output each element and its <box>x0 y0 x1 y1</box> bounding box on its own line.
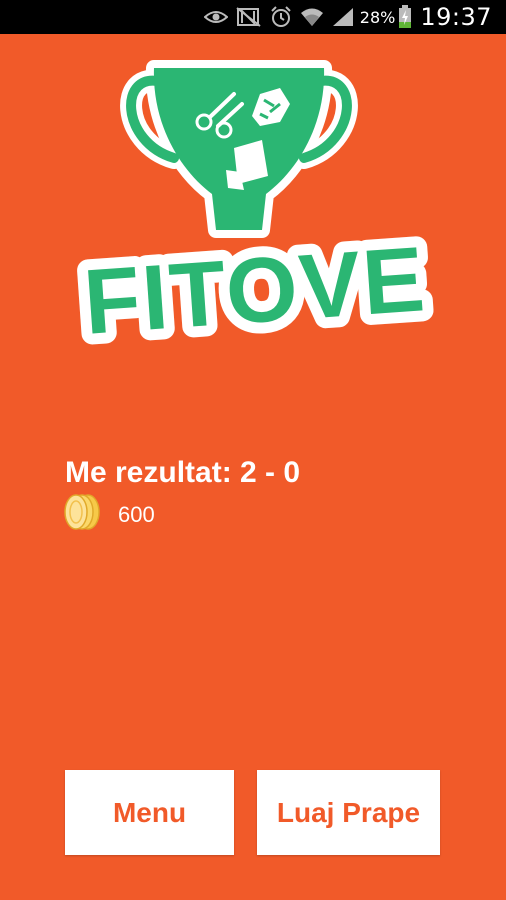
coins-icon <box>64 494 102 535</box>
coins-row: 600 <box>64 494 155 535</box>
nfc-off-icon <box>236 7 262 27</box>
signal-icon <box>332 7 354 27</box>
alarm-icon <box>270 6 292 28</box>
battery-percent: 28% <box>359 7 396 27</box>
coin-count: 600 <box>118 501 155 527</box>
status-bar: 28% 19:37 <box>0 0 506 34</box>
result-score: Me rezultat: 2 - 0 <box>65 456 301 489</box>
eye-icon <box>203 9 228 25</box>
menu-button[interactable]: Menu <box>65 770 234 855</box>
battery-charging-icon <box>398 5 412 29</box>
logo-text: FITOVE <box>81 228 430 354</box>
replay-button[interactable]: Luaj Prape <box>257 770 440 855</box>
wifi-icon <box>300 7 324 27</box>
clock: 19:37 <box>420 3 492 31</box>
fitove-logo: FITOVE <box>70 60 441 365</box>
